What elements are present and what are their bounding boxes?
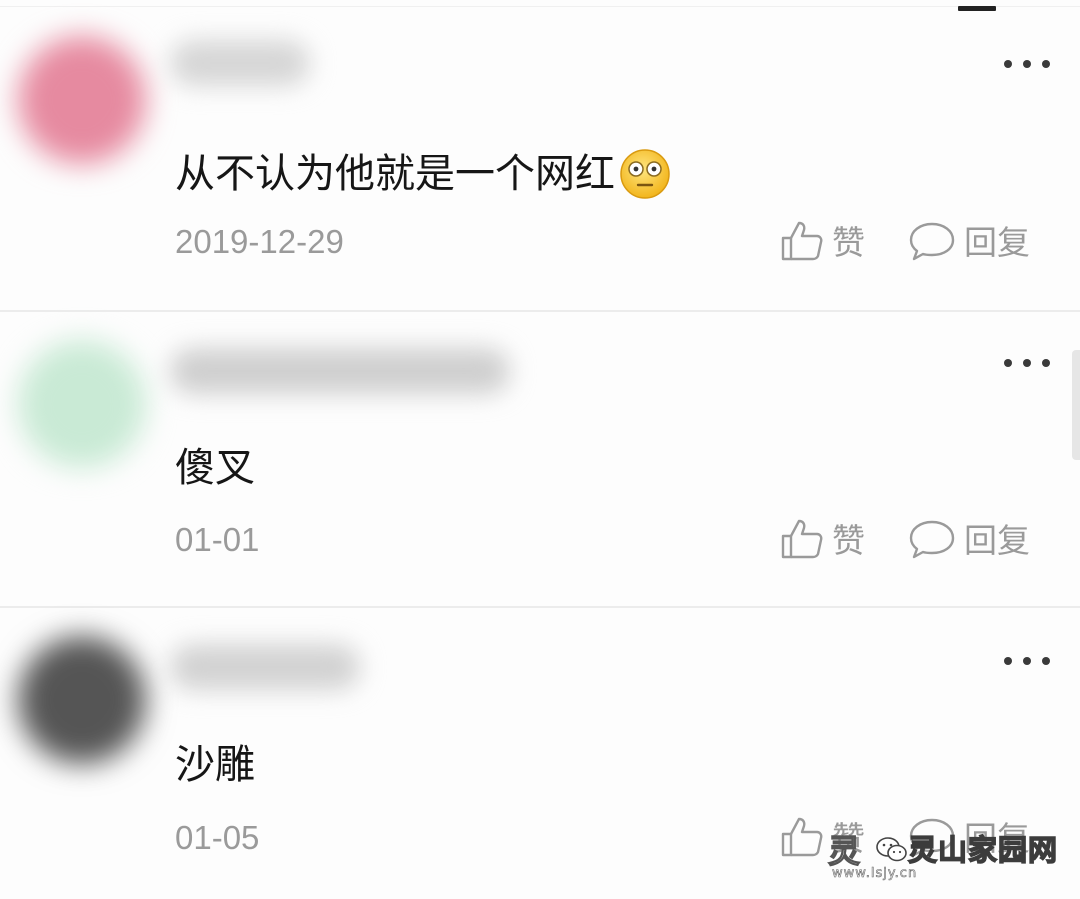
username-blurred[interactable] xyxy=(170,644,360,690)
like-button[interactable]: 赞 xyxy=(780,220,865,266)
reply-label: 回复 xyxy=(964,819,1030,858)
username-blurred[interactable] xyxy=(170,40,310,86)
thumbs-up-icon xyxy=(780,816,824,862)
reply-label: 回复 xyxy=(964,521,1030,560)
more-button[interactable] xyxy=(1004,52,1050,76)
reply-button[interactable]: 回复 xyxy=(908,518,1030,564)
comment-date: 01-05 xyxy=(175,819,260,856)
comment-text: 从不认为他就是一个网红 xyxy=(175,148,671,200)
comment-text-content: 从不认为他就是一个网红 xyxy=(175,151,615,197)
thumbs-up-icon xyxy=(780,220,824,266)
more-button[interactable] xyxy=(1004,649,1050,673)
username-blurred[interactable] xyxy=(170,348,510,394)
comment-item: 沙雕 01-05 赞 回复 xyxy=(0,608,1080,899)
reply-label: 回复 xyxy=(964,223,1030,262)
comment-bubble-icon xyxy=(908,518,956,564)
more-icon xyxy=(1004,657,1012,665)
comment-item: 从不认为他就是一个网红 2019-12-29 赞 回复 xyxy=(0,0,1080,310)
comment-text: 傻叉 xyxy=(175,443,255,493)
more-icon xyxy=(1004,60,1012,68)
more-button[interactable] xyxy=(1004,351,1050,375)
comment-text-content: 傻叉 xyxy=(175,445,255,491)
like-label: 赞 xyxy=(832,521,865,560)
avatar[interactable] xyxy=(18,636,146,764)
comment-text-content: 沙雕 xyxy=(175,742,255,788)
avatar[interactable] xyxy=(18,36,146,164)
like-label: 赞 xyxy=(832,819,865,858)
comment-text: 沙雕 xyxy=(175,740,255,790)
comment-bubble-icon xyxy=(908,220,956,266)
more-icon xyxy=(1004,359,1012,367)
comment-date: 01-01 xyxy=(175,521,260,558)
comment-date: 2019-12-29 xyxy=(175,223,344,260)
like-label: 赞 xyxy=(832,223,865,262)
like-button[interactable]: 赞 xyxy=(780,816,865,862)
like-button[interactable]: 赞 xyxy=(780,518,865,564)
comment-item: 傻叉 01-01 赞 回复 xyxy=(0,312,1080,606)
comment-bubble-icon xyxy=(908,816,956,862)
thumbs-up-icon xyxy=(780,518,824,564)
reply-button[interactable]: 回复 xyxy=(908,220,1030,266)
dizzy-face-emoji-icon xyxy=(619,148,671,200)
comment-list-page: 从不认为他就是一个网红 2019-12-29 赞 回复 傻叉 01-01 赞 回… xyxy=(0,0,1080,899)
reply-button[interactable]: 回复 xyxy=(908,816,1030,862)
avatar[interactable] xyxy=(18,340,146,468)
